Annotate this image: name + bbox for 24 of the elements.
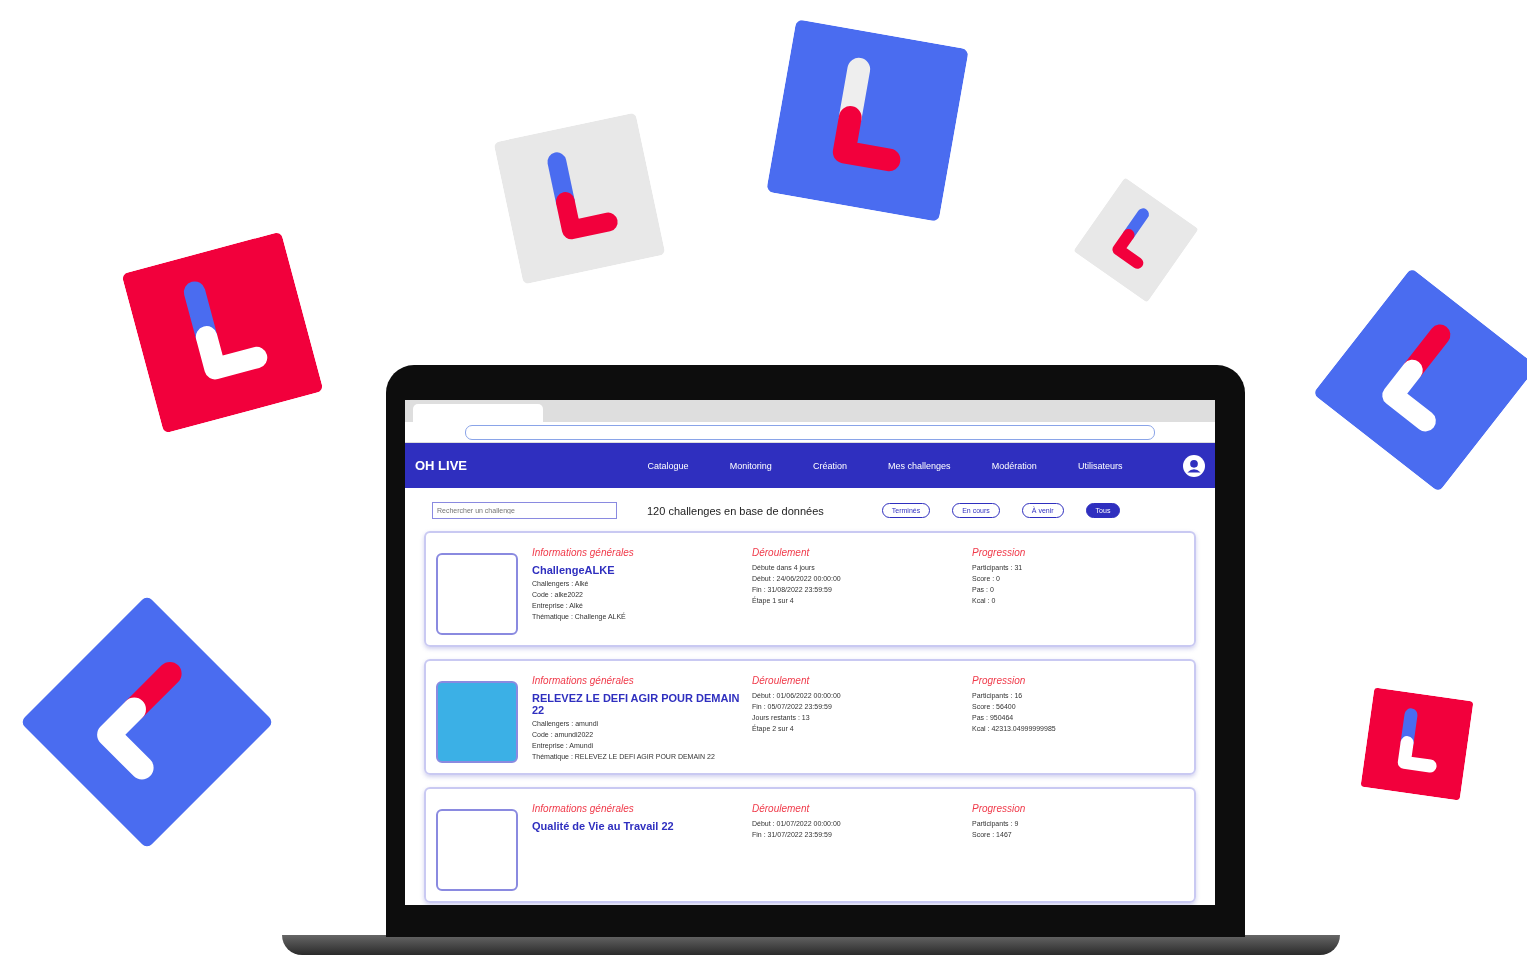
challenge-count: 120 challenges en base de données	[647, 504, 824, 517]
section-heading: Informations générales	[532, 547, 635, 558]
challenge-card[interactable]	[424, 531, 1196, 647]
section-heading: Progression	[972, 803, 1027, 814]
section-heading: Déroulement	[752, 547, 811, 558]
nav-link[interactable]: Mes challenges	[888, 460, 951, 471]
challenge-title[interactable]: Qualité de Vie au Travail 22	[532, 820, 752, 832]
user-icon[interactable]	[1183, 454, 1205, 477]
challenge-card[interactable]	[424, 659, 1196, 775]
nav-link[interactable]: Monitoring	[729, 460, 772, 471]
section-heading: Informations générales	[532, 675, 635, 686]
section-heading: Progression	[972, 675, 1027, 686]
nav-link[interactable]: Création	[812, 460, 847, 471]
challenge-title[interactable]: RELEVEZ LE DEFI AGIR POUR DEMAIN 22	[532, 692, 752, 716]
section-heading: Informations générales	[532, 803, 635, 814]
section-heading: Déroulement	[752, 675, 811, 686]
nav-link[interactable]: Catalogue	[647, 460, 689, 471]
address-bar[interactable]	[465, 424, 1155, 440]
app-logo[interactable]: OH LIVE	[415, 458, 467, 473]
section-heading: Progression	[972, 547, 1027, 558]
nav-link[interactable]: Utilisateurs	[1077, 460, 1123, 471]
nav-link[interactable]: Modération	[991, 460, 1037, 471]
section-heading: Déroulement	[752, 803, 811, 814]
challenge-title[interactable]: ChallengeALKE	[532, 564, 752, 576]
